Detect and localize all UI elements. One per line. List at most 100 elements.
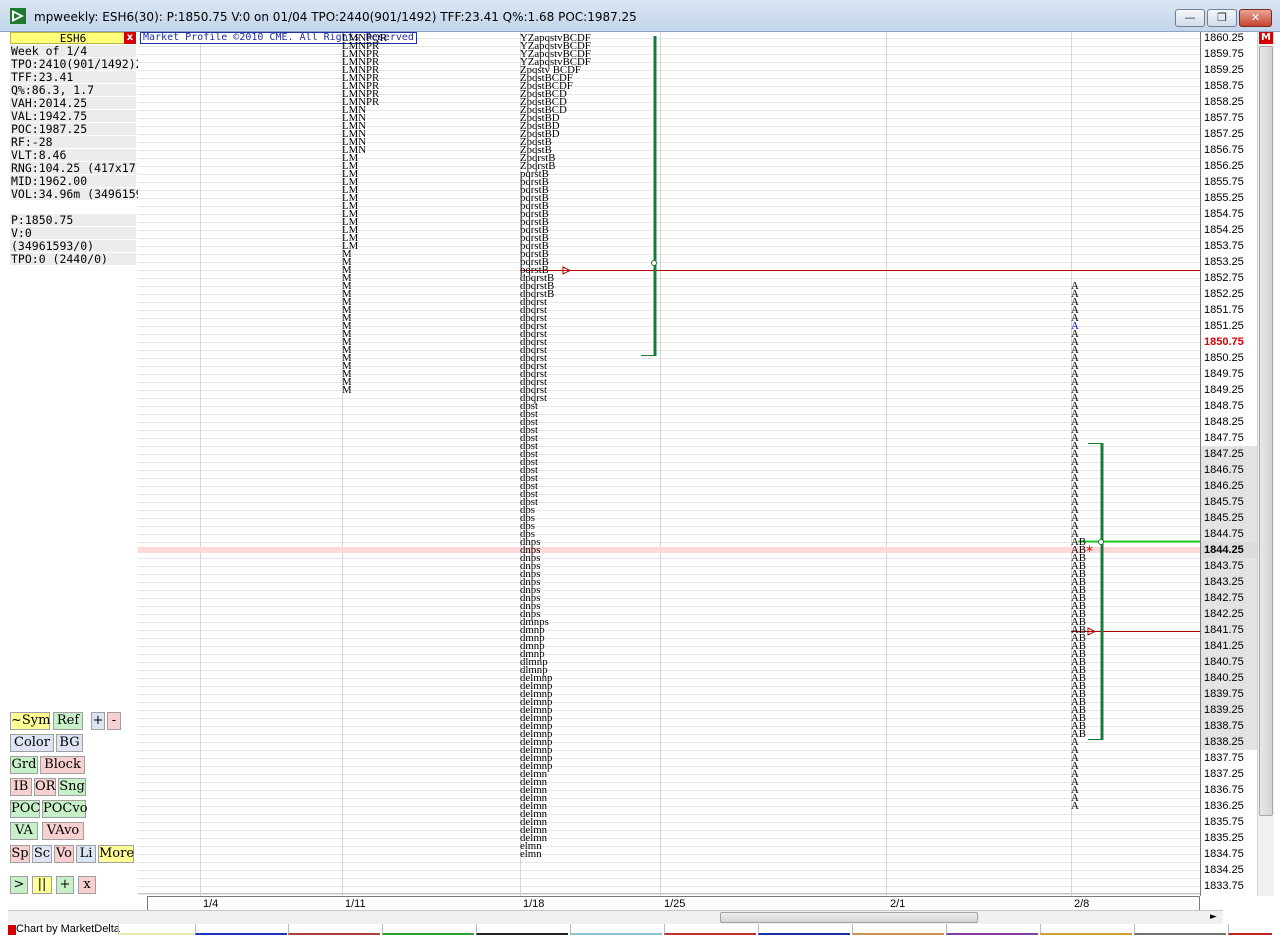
zoom-in-button[interactable]: + xyxy=(91,712,105,730)
symbol-header[interactable]: ESH6 xyxy=(10,32,136,44)
profile-row: A xyxy=(1071,800,1079,812)
info-row: VOL:34.96m (34961593) xyxy=(10,187,157,201)
price-label: 1859.75 xyxy=(1204,48,1244,60)
price-label: 1851.25 xyxy=(1204,320,1244,332)
profile-week-1-11: LMNPQR LMNPR LMNPR LMNPR LMNPR LMNPR LMNPR LMNP… xyxy=(342,33,387,396)
price-scale[interactable]: 1860.25 1859.75 1859.25 1858.75 1858.25 1857.… xyxy=(1200,32,1257,896)
bg-button[interactable]: BG xyxy=(56,734,83,752)
vertical-scroll-thumb[interactable] xyxy=(1259,46,1273,816)
credit-text: Chart by MarketDelta xyxy=(16,923,120,935)
li-button[interactable]: Li xyxy=(76,845,96,863)
price-label: 1834.25 xyxy=(1204,864,1244,876)
info-row: TPO:0 (2440/0) xyxy=(10,253,136,266)
current-price-band xyxy=(138,547,1200,553)
price-label: 1852.75 xyxy=(1204,272,1244,284)
price-label: 1841.25 xyxy=(1201,638,1257,654)
zoom-out-button[interactable]: - xyxy=(107,712,121,730)
date-label: 1/4 xyxy=(203,898,219,910)
price-label: 1844.75 xyxy=(1201,526,1257,542)
title-bar: mpweekly: ESH6(30): P:1850.75 V:0 on 01/… xyxy=(0,0,1280,32)
tab-segment[interactable] xyxy=(195,924,287,935)
tab-segment[interactable] xyxy=(118,924,194,935)
price-label: 1855.25 xyxy=(1204,192,1244,204)
scroll-right-arrow-icon[interactable]: ► xyxy=(1210,912,1217,923)
tab-segment[interactable] xyxy=(570,924,662,935)
price-label: 1854.25 xyxy=(1204,224,1244,236)
current-price-star-icon: * xyxy=(1086,544,1093,560)
tab-segment[interactable] xyxy=(476,924,568,935)
profile-week-1-18: YZapqstvBCDF YZapqstvBCDF YZapqstvBCDF YZap… xyxy=(520,33,591,860)
play-button[interactable]: > xyxy=(10,876,28,894)
sng-button[interactable]: Sng xyxy=(58,778,86,796)
tab-segment[interactable] xyxy=(664,924,756,935)
pause-button[interactable]: || xyxy=(32,876,52,894)
status-bar: Chart by MarketDelta xyxy=(0,923,1280,943)
price-label: 1838.75 xyxy=(1201,718,1257,734)
or-button[interactable]: OR xyxy=(34,778,56,796)
horizontal-scroll-thumb[interactable] xyxy=(720,912,978,923)
minimize-button[interactable]: — xyxy=(1175,9,1205,27)
add-button[interactable]: + xyxy=(56,876,74,894)
price-label: 1839.75 xyxy=(1201,686,1257,702)
price-label: 1856.75 xyxy=(1204,144,1244,156)
price-label: 1847.75 xyxy=(1204,432,1244,444)
vertical-scrollbar[interactable] xyxy=(1257,32,1274,896)
price-label: 1845.75 xyxy=(1201,494,1257,510)
price-label: 1835.25 xyxy=(1204,832,1244,844)
tab-segment[interactable] xyxy=(1040,924,1132,935)
pocvo-button[interactable]: POCvo xyxy=(42,800,88,818)
tab-segment[interactable] xyxy=(758,924,850,935)
remove-button[interactable]: x xyxy=(78,876,96,894)
tab-segment[interactable] xyxy=(852,924,944,935)
price-label: 1858.25 xyxy=(1204,96,1244,108)
price-label: 1836.75 xyxy=(1204,784,1244,796)
sym-button[interactable]: ~Sym xyxy=(10,712,50,730)
tab-segment[interactable] xyxy=(382,924,474,935)
chart-canvas: * xyxy=(138,32,1200,896)
price-label: 1859.25 xyxy=(1204,64,1244,76)
tab-segment[interactable] xyxy=(288,924,380,935)
va-button[interactable]: VA xyxy=(10,822,38,840)
block-button[interactable]: Block xyxy=(40,756,85,774)
price-label: 1853.75 xyxy=(1204,240,1244,252)
poc-button[interactable]: POC xyxy=(10,800,40,818)
price-label: 1839.25 xyxy=(1201,702,1257,718)
date-label: 2/8 xyxy=(1074,898,1090,910)
price-label: 1854.75 xyxy=(1204,208,1244,220)
price-label: 1838.25 xyxy=(1201,734,1257,750)
sc-button[interactable]: Sc xyxy=(32,845,52,863)
tab-segment[interactable] xyxy=(946,924,1038,935)
info-panel: ESH6 x Week of 1/4 TPO:2410(901/1492)2440… xyxy=(8,32,163,894)
price-label: 1845.25 xyxy=(1201,510,1257,526)
window-title: mpweekly: ESH6(30): P:1850.75 V:0 on 01/… xyxy=(34,10,637,24)
horizontal-scrollbar[interactable]: ► xyxy=(8,910,1223,924)
maximize-button[interactable]: ❐ xyxy=(1207,9,1237,27)
more-button[interactable]: More xyxy=(98,845,134,863)
price-label: 1842.75 xyxy=(1201,590,1257,606)
vavo-button[interactable]: VAvo xyxy=(42,822,84,840)
price-label: 1858.75 xyxy=(1204,80,1244,92)
app-icon xyxy=(10,8,26,24)
symbol-close-button[interactable]: x xyxy=(124,32,136,44)
tab-segment[interactable] xyxy=(1228,924,1272,935)
price-label: 1833.75 xyxy=(1204,880,1244,892)
sp-button[interactable]: Sp xyxy=(10,845,30,863)
ref-button[interactable]: Ref xyxy=(53,712,83,730)
price-label: 1860.25 xyxy=(1204,32,1244,44)
date-label: 1/25 xyxy=(664,898,686,910)
price-label: 1856.25 xyxy=(1204,160,1244,172)
close-button[interactable]: ✕ xyxy=(1239,9,1272,27)
vo-button[interactable]: Vo xyxy=(54,845,74,863)
price-label: 1843.25 xyxy=(1201,574,1257,590)
menu-m-button[interactable]: M xyxy=(1259,32,1273,44)
color-button[interactable]: Color xyxy=(10,734,54,752)
tab-segment[interactable] xyxy=(1134,924,1226,935)
market-profile-chart[interactable]: * Market Profile ©2010 CME. All Rights R… xyxy=(138,32,1200,896)
price-label: 1848.75 xyxy=(1204,400,1244,412)
grid-button[interactable]: Grd xyxy=(10,756,38,774)
ib-button[interactable]: IB xyxy=(10,778,32,796)
profile-row: elmn xyxy=(520,848,542,860)
price-label: 1850.75 xyxy=(1204,336,1244,348)
price-label: 1836.25 xyxy=(1204,800,1244,812)
price-label: 1844.25 xyxy=(1201,542,1257,558)
